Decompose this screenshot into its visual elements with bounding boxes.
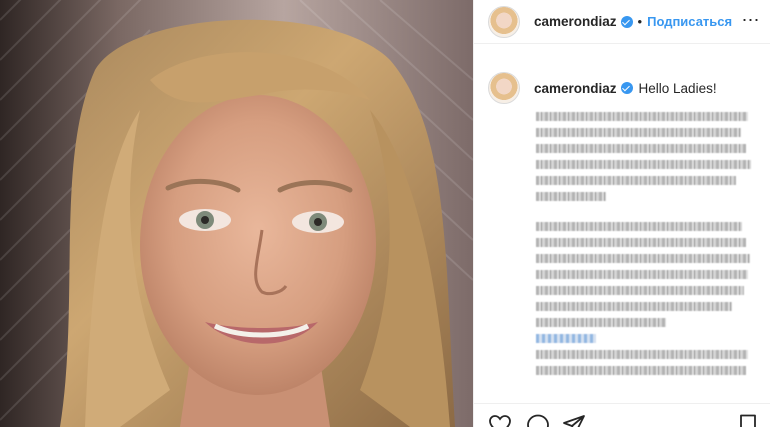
post-header: camerondiaz • Подписаться ⋯ bbox=[474, 0, 770, 44]
username-link[interactable]: camerondiaz bbox=[534, 14, 617, 29]
avatar[interactable] bbox=[488, 5, 520, 38]
caption-row: camerondiaz Hello Ladies! bbox=[488, 72, 717, 104]
bookmark-icon[interactable] bbox=[736, 413, 760, 427]
caption-paragraph-1-pixelated bbox=[536, 112, 756, 208]
selfie-image bbox=[0, 0, 473, 427]
heart-icon[interactable] bbox=[488, 413, 512, 427]
comment-icon[interactable] bbox=[526, 413, 550, 427]
post-sidebar: camerondiaz • Подписаться ⋯ camerondiaz … bbox=[473, 0, 770, 427]
more-options-icon[interactable]: ⋯ bbox=[741, 11, 761, 32]
verified-badge-icon bbox=[620, 82, 633, 94]
share-icon[interactable] bbox=[562, 413, 586, 427]
separator-dot: • bbox=[637, 14, 643, 29]
caption-username-link[interactable]: camerondiaz bbox=[534, 81, 617, 96]
caption-text: Hello Ladies! bbox=[638, 80, 717, 96]
follow-button[interactable]: Подписаться bbox=[647, 14, 732, 29]
caption-avatar[interactable] bbox=[488, 72, 520, 104]
post-actions-bar bbox=[474, 403, 770, 427]
caption-paragraph-2-pixelated bbox=[536, 222, 756, 382]
verified-badge-icon bbox=[620, 15, 633, 28]
post-photo[interactable] bbox=[0, 0, 473, 427]
